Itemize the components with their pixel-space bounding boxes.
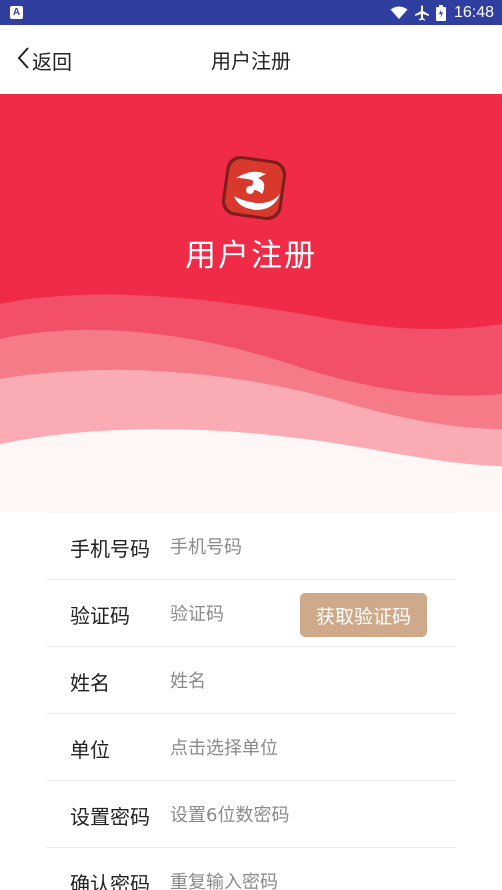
banner-title: 用户注册	[185, 238, 317, 274]
status-right: 16:48	[390, 4, 494, 22]
name-label: 姓名	[70, 671, 110, 695]
name-row: 姓名	[46, 646, 456, 713]
wifi-icon	[390, 6, 408, 20]
page-title: 用户注册	[211, 49, 291, 73]
status-left: A	[10, 6, 23, 19]
notification-icon: A	[10, 6, 23, 19]
code-row: 验证码 获取验证码	[46, 579, 456, 646]
unit-select[interactable]	[170, 734, 410, 762]
get-code-button[interactable]: 获取验证码	[300, 593, 427, 637]
code-label: 验证码	[70, 604, 130, 628]
status-time: 16:48	[453, 3, 494, 21]
name-input[interactable]	[170, 667, 410, 695]
header-banner: 用户注册	[0, 94, 502, 512]
phone-row: 手机号码	[46, 512, 456, 579]
status-bar: A 16:48	[0, 0, 502, 25]
battery-icon	[435, 4, 446, 21]
unit-row: 单位	[46, 713, 456, 780]
confirm-row: 确认密码	[46, 847, 456, 890]
password-input[interactable]	[170, 801, 410, 829]
unit-label: 单位	[70, 738, 110, 762]
nav-bar: 返回 用户注册	[0, 25, 502, 94]
password-label: 设置密码	[70, 805, 150, 829]
phone-input[interactable]	[170, 533, 410, 561]
airplane-icon	[414, 5, 430, 21]
app-logo	[221, 155, 287, 221]
password-row: 设置密码	[46, 780, 456, 847]
code-input[interactable]	[170, 600, 290, 628]
registration-form: 手机号码 验证码 获取验证码 姓名 单位 设置密码 确认密码	[46, 512, 456, 890]
phone-label: 手机号码	[70, 537, 150, 561]
confirm-label: 确认密码	[70, 872, 150, 890]
confirm-input[interactable]	[170, 868, 410, 890]
